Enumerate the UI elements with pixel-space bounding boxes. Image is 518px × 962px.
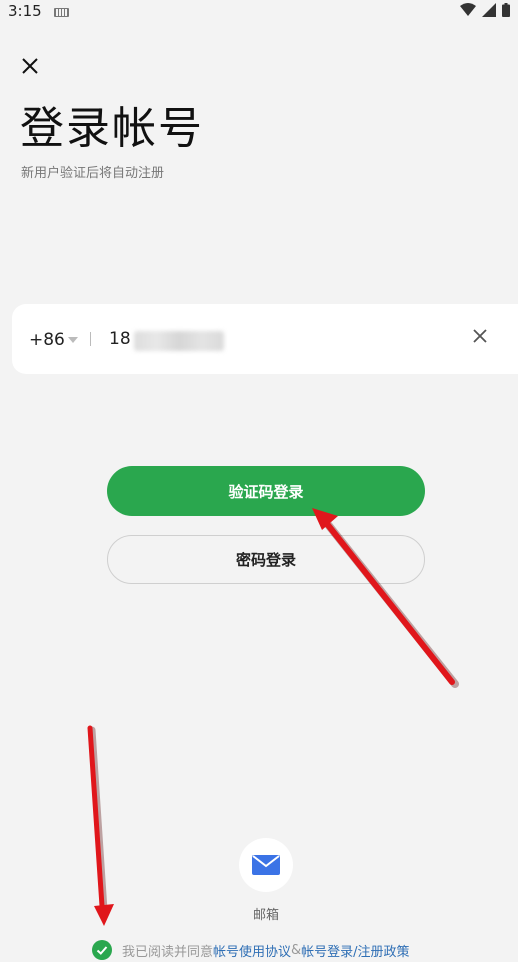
divider [90,332,91,346]
page-subtitle: 新用户验证后将自动注册 [21,166,165,181]
agreement-connector: & [291,942,302,958]
sms-login-button[interactable]: 验证码登录 [107,466,425,516]
page-title: 登录帐号 [20,103,204,154]
close-icon[interactable] [18,54,42,78]
battery-icon [502,3,510,17]
status-icons [460,3,510,17]
agreement-prefix: 我已阅读并同意 [122,944,214,960]
agreement-row: 我已阅读并同意 帐号使用协议 & 帐号登录/注册政策 [92,940,410,960]
wifi-icon [460,3,476,16]
check-circle-icon[interactable] [92,940,112,960]
clear-input-icon[interactable] [470,326,490,346]
redacted-number-mask [134,331,224,351]
phone-card: +86 [12,304,518,374]
keyboard-icon [54,8,69,17]
chevron-down-icon[interactable] [68,337,78,343]
signal-icon [482,3,496,17]
status-bar: 3:15 [0,0,518,24]
user-agreement-link[interactable]: 帐号使用协议 [213,941,291,960]
country-code-selector[interactable]: +86 [29,330,65,350]
status-time: 3:15 [8,2,42,20]
password-login-button[interactable]: 密码登录 [107,535,425,584]
mail-icon [252,855,280,875]
email-icon-circle[interactable] [239,838,293,892]
email-label: 邮箱 [252,908,279,923]
privacy-policy-link[interactable]: 帐号登录/注册政策 [301,941,409,960]
email-login-button[interactable]: 邮箱 [238,838,294,923]
